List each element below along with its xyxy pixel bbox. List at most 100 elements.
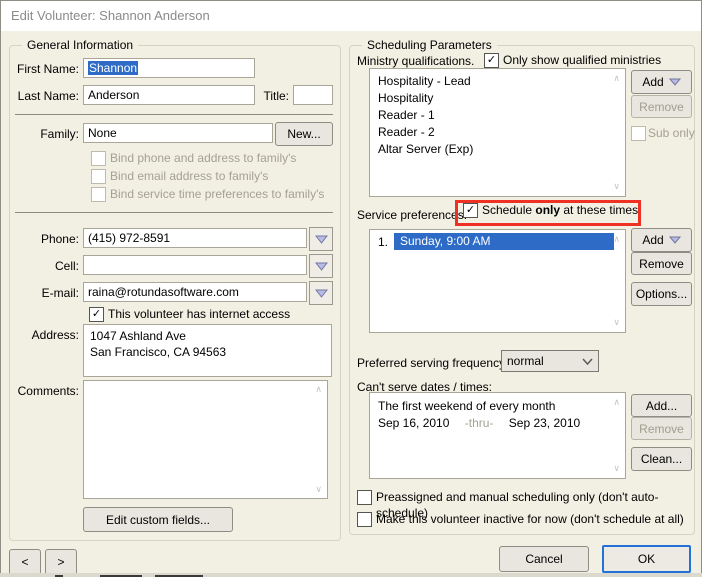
bind-email-checkbox[interactable] xyxy=(91,169,106,184)
first-name-input[interactable]: Shannon xyxy=(83,58,255,78)
edit-custom-fields-button[interactable]: Edit custom fields... xyxy=(83,507,233,532)
service-pref-add-button[interactable]: Add xyxy=(631,228,692,252)
scroll-down-icon[interactable]: ∨ xyxy=(613,182,620,191)
scroll-down-icon[interactable]: ∨ xyxy=(613,318,620,327)
dropdown-triangle-icon xyxy=(315,235,328,244)
previous-volunteer-button[interactable]: < xyxy=(9,549,41,575)
email-value: raina@rotundasoftware.com xyxy=(88,285,239,299)
list-item[interactable]: Hospitality - Lead xyxy=(370,73,625,90)
scroll-up-icon[interactable]: ∧ xyxy=(613,74,620,83)
bind-phone-address-checkbox[interactable] xyxy=(91,151,106,166)
list-item[interactable]: Altar Server (Exp) xyxy=(370,141,625,158)
schedule-only-checkbox[interactable]: ✓ xyxy=(463,203,478,218)
scroll-up-icon[interactable]: ∧ xyxy=(315,385,322,394)
scroll-down-icon[interactable]: ∨ xyxy=(315,485,322,494)
next-volunteer-button[interactable]: > xyxy=(45,549,77,575)
first-name-label: First Name: xyxy=(1,59,79,79)
internet-access-checkbox[interactable]: ✓ xyxy=(89,307,104,322)
check-icon: ✓ xyxy=(466,205,475,216)
address-input[interactable]: 1047 Ashland Ave San Francisco, CA 94563 xyxy=(83,324,332,377)
list-item[interactable]: Reader - 2 xyxy=(370,124,625,141)
general-information-group-label: General Information xyxy=(22,38,138,53)
last-name-input[interactable]: Anderson xyxy=(83,85,255,105)
cant-serve-add-button[interactable]: Add... xyxy=(631,394,692,417)
cant-serve-date-start: Sep 16, 2010 xyxy=(378,416,449,430)
title-bar: Edit Volunteer: Shannon Anderson xyxy=(1,1,701,31)
last-name-value: Anderson xyxy=(88,88,139,102)
schedule-only-prefix: Schedule xyxy=(482,203,535,217)
inactive-checkbox[interactable] xyxy=(357,512,372,527)
cell-label: Cell: xyxy=(1,256,79,276)
cant-serve-date-end: Sep 23, 2010 xyxy=(509,416,580,430)
dropdown-triangle-icon xyxy=(669,236,681,244)
cant-serve-remove-button[interactable]: Remove xyxy=(631,417,692,440)
ministry-remove-button[interactable]: Remove xyxy=(631,95,692,118)
scroll-up-icon[interactable]: ∧ xyxy=(613,398,620,407)
service-pref-options-button[interactable]: Options... xyxy=(631,282,692,306)
phone-value: (415) 972-8591 xyxy=(88,231,170,245)
separator xyxy=(15,212,333,213)
sub-only-checkbox[interactable] xyxy=(631,126,646,141)
email-dropdown-button[interactable] xyxy=(309,281,333,305)
serving-frequency-value: normal xyxy=(507,354,544,368)
comments-label: Comments: xyxy=(1,381,79,401)
ministry-add-button[interactable]: Add xyxy=(631,70,692,94)
list-item[interactable]: Hospitality xyxy=(370,90,625,107)
new-family-button[interactable]: New... xyxy=(275,122,333,146)
first-name-value: Shannon xyxy=(88,61,138,75)
scheduling-parameters-group-label: Scheduling Parameters xyxy=(362,38,497,53)
phone-label: Phone: xyxy=(1,229,79,249)
dropdown-triangle-icon xyxy=(669,78,681,86)
cell-dropdown-button[interactable] xyxy=(309,254,333,278)
last-name-label: Last Name: xyxy=(1,86,79,106)
cant-serve-thru: -thru- xyxy=(465,416,494,430)
title-label: Title: xyxy=(255,86,289,106)
cell-input[interactable] xyxy=(83,255,307,275)
address-line2: San Francisco, CA 94563 xyxy=(90,344,325,360)
cant-serve-clean-button[interactable]: Clean... xyxy=(631,447,692,471)
sub-only-label: Sub only xyxy=(648,125,695,141)
cancel-button[interactable]: Cancel xyxy=(499,546,589,572)
dropdown-triangle-icon xyxy=(315,262,328,271)
title-input[interactable] xyxy=(293,85,333,105)
ministry-qualifications-list[interactable]: Hospitality - Lead Hospitality Reader - … xyxy=(369,68,626,197)
check-icon: ✓ xyxy=(92,309,101,320)
comments-input[interactable]: ∧ ∨ xyxy=(83,380,328,499)
preassigned-only-checkbox[interactable] xyxy=(357,490,372,505)
list-item[interactable]: Reader - 1 xyxy=(370,107,625,124)
serving-frequency-select[interactable]: normal xyxy=(501,350,599,372)
email-input[interactable]: raina@rotundasoftware.com xyxy=(83,282,307,302)
separator xyxy=(15,114,333,115)
phone-dropdown-button[interactable] xyxy=(309,227,333,251)
schedule-only-suffix: at these times xyxy=(560,203,638,217)
family-input[interactable]: None xyxy=(83,123,273,143)
bind-phone-address-label: Bind phone and address to family's xyxy=(110,150,296,166)
service-preferences-list[interactable]: 1. Sunday, 9:00 AM ∧ ∨ xyxy=(369,229,626,333)
family-label: Family: xyxy=(1,124,79,144)
phone-input[interactable]: (415) 972-8591 xyxy=(83,228,307,248)
bind-service-times-checkbox[interactable] xyxy=(91,187,106,202)
address-line1: 1047 Ashland Ave xyxy=(90,328,325,344)
email-label: E-mail: xyxy=(1,283,79,303)
schedule-only-bold: only xyxy=(535,203,560,217)
list-item[interactable]: The first weekend of every month xyxy=(370,398,555,415)
screen: Edit Volunteer: Shannon Anderson General… xyxy=(0,0,702,577)
cant-serve-list[interactable]: The first weekend of every month Sep 16,… xyxy=(369,392,626,479)
service-pref-selected-item[interactable]: Sunday, 9:00 AM xyxy=(394,233,614,250)
service-pref-add-label: Add xyxy=(642,233,663,247)
ok-button[interactable]: OK xyxy=(602,545,691,573)
bind-email-label: Bind email address to family's xyxy=(110,168,268,184)
background-window-sliver xyxy=(0,573,702,577)
family-value: None xyxy=(88,126,117,140)
internet-access-label: This volunteer has internet access xyxy=(108,306,290,322)
service-pref-remove-button[interactable]: Remove xyxy=(631,252,692,275)
only-show-qualified-checkbox[interactable]: ✓ xyxy=(484,53,499,68)
serving-frequency-label: Preferred serving frequency: xyxy=(357,353,508,373)
edit-volunteer-dialog: Edit Volunteer: Shannon Anderson General… xyxy=(0,0,702,574)
dropdown-triangle-icon xyxy=(315,289,328,298)
list-item[interactable]: Sep 16, 2010 -thru- Sep 23, 2010 xyxy=(370,415,580,432)
dialog-title: Edit Volunteer: Shannon Anderson xyxy=(11,8,210,23)
scroll-up-icon[interactable]: ∧ xyxy=(613,235,620,244)
inactive-label: Make this volunteer inactive for now (do… xyxy=(376,511,684,527)
scroll-down-icon[interactable]: ∨ xyxy=(613,464,620,473)
